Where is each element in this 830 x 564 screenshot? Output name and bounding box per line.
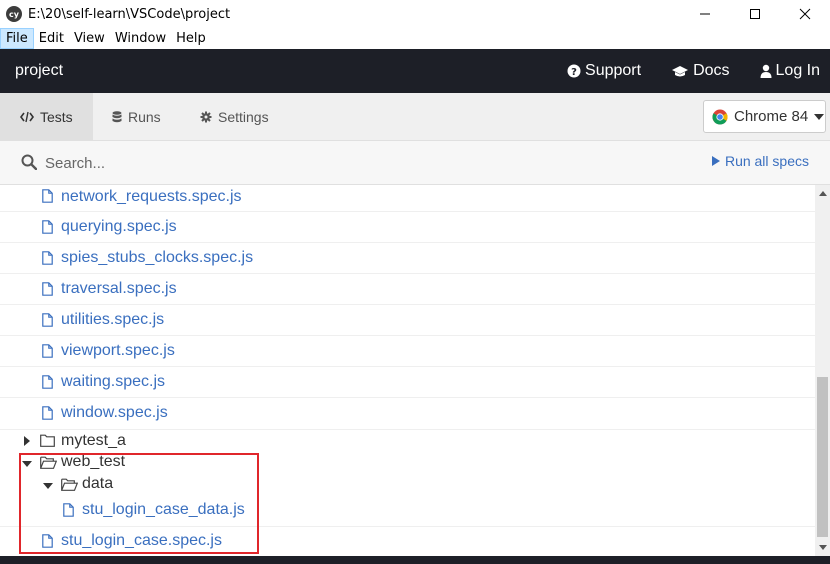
list-item[interactable]: traversal.spec.js [0, 274, 815, 305]
browser-select[interactable]: Chrome 84 [703, 100, 826, 133]
close-button[interactable] [780, 0, 830, 28]
spec-file-label: stu_login_case.spec.js [61, 532, 222, 549]
folder-label: web_test [61, 453, 126, 470]
tab-settings[interactable]: Settings [200, 93, 269, 140]
maximize-icon [750, 9, 760, 19]
login-link[interactable]: Log In [760, 62, 820, 80]
cypress-logo-icon: cy [6, 6, 22, 22]
file-icon [42, 220, 53, 234]
tab-tests[interactable]: Tests [0, 93, 93, 140]
window-controls [680, 0, 830, 28]
menu-edit[interactable]: Edit [34, 28, 69, 49]
spec-file-label: viewport.spec.js [61, 342, 175, 359]
spec-file-label: window.spec.js [61, 404, 168, 421]
list-item[interactable]: waiting.spec.js [0, 367, 815, 398]
scroll-up-arrow-icon [818, 191, 827, 196]
list-item[interactable]: utilities.spec.js [0, 305, 815, 336]
caret-down-icon [22, 461, 32, 467]
run-all-label: Run all specs [724, 153, 809, 169]
search-input[interactable] [45, 151, 445, 175]
tab-runs[interactable]: Runs [112, 93, 161, 140]
file-icon [42, 406, 53, 420]
browser-label: Chrome 84 [734, 108, 809, 125]
menu-file[interactable]: File [0, 28, 34, 49]
folder-row[interactable]: web_test [0, 452, 815, 474]
file-icon [42, 344, 53, 358]
user-icon [760, 64, 772, 78]
file-icon [63, 503, 74, 517]
menu-bar: File Edit View Window Help [0, 28, 830, 49]
spec-file-label: traversal.spec.js [61, 280, 177, 297]
docs-link[interactable]: Docs [671, 62, 730, 80]
folder-open-icon [40, 456, 57, 469]
caret-down-icon [43, 483, 53, 489]
scroll-down-arrow-icon [818, 545, 827, 550]
project-name: project [15, 62, 64, 79]
list-item[interactable]: stu_login_case_data.js [0, 496, 815, 527]
header-links: ? Support Docs Log In [567, 49, 820, 93]
caret-down-icon [814, 113, 825, 120]
support-label: Support [585, 62, 642, 79]
vertical-scrollbar[interactable] [815, 185, 830, 556]
menu-view[interactable]: View [69, 28, 110, 49]
main-nav: Tests Runs Settings Chrome 84 [0, 93, 830, 141]
play-icon [711, 156, 720, 166]
code-icon [20, 111, 34, 122]
list-item[interactable]: viewport.spec.js [0, 336, 815, 367]
window-title: E:\20\self-learn\VSCode\project [28, 6, 231, 22]
scroll-down-button[interactable] [815, 539, 830, 556]
specs-list: network_requests.spec.js querying.spec.j… [0, 185, 815, 556]
tab-runs-label: Runs [128, 108, 161, 125]
scrollbar-thumb[interactable] [817, 377, 828, 537]
folder-label: mytest_a [61, 432, 126, 449]
list-item[interactable]: querying.spec.js [0, 212, 815, 243]
folder-row[interactable]: data [0, 474, 815, 496]
run-all-specs-button[interactable]: Run all specs [711, 153, 809, 169]
minimize-button[interactable] [680, 0, 730, 28]
folder-label: data [82, 475, 114, 492]
scroll-up-button[interactable] [815, 185, 830, 202]
question-circle-icon: ? [567, 64, 581, 78]
list-item[interactable]: stu_login_case.spec.js [0, 527, 815, 556]
chrome-icon [712, 109, 728, 124]
tab-tests-label: Tests [40, 108, 73, 125]
file-icon [42, 313, 53, 327]
tab-settings-label: Settings [218, 108, 269, 125]
spec-file-label: network_requests.spec.js [61, 188, 242, 205]
file-icon [42, 282, 53, 296]
caret-right-icon [24, 436, 30, 446]
minimize-icon [700, 13, 710, 15]
list-item[interactable]: window.spec.js [0, 398, 815, 430]
app-header: project ? Support Docs Log In [0, 49, 830, 93]
docs-label: Docs [693, 62, 730, 79]
graduation-cap-icon [672, 66, 689, 77]
spec-file-label: stu_login_case_data.js [82, 501, 245, 518]
folder-icon [40, 434, 55, 447]
search-icon [21, 154, 37, 170]
spec-file-label: waiting.spec.js [61, 373, 166, 390]
search-bar: Run all specs [0, 141, 830, 185]
svg-text:?: ? [571, 67, 577, 78]
file-icon [42, 251, 53, 265]
menu-window[interactable]: Window [110, 28, 171, 49]
menu-help[interactable]: Help [171, 28, 211, 49]
file-icon [42, 189, 53, 203]
close-icon [799, 8, 811, 20]
list-item[interactable]: network_requests.spec.js [0, 185, 815, 212]
footer-strip [0, 556, 830, 564]
spec-file-label: querying.spec.js [61, 218, 177, 235]
list-item[interactable]: spies_stubs_clocks.spec.js [0, 243, 815, 274]
maximize-button[interactable] [730, 0, 780, 28]
title-bar: cy E:\20\self-learn\VSCode\project [0, 0, 830, 28]
login-label: Log In [775, 62, 820, 79]
file-icon [42, 375, 53, 389]
spec-file-label: utilities.spec.js [61, 311, 165, 328]
support-link[interactable]: ? Support [567, 62, 641, 80]
database-icon [112, 110, 122, 122]
folder-row[interactable]: mytest_a [0, 430, 815, 452]
file-icon [42, 534, 53, 548]
spec-file-label: spies_stubs_clocks.spec.js [61, 249, 254, 266]
folder-open-icon [61, 478, 78, 491]
gear-icon [200, 111, 212, 122]
